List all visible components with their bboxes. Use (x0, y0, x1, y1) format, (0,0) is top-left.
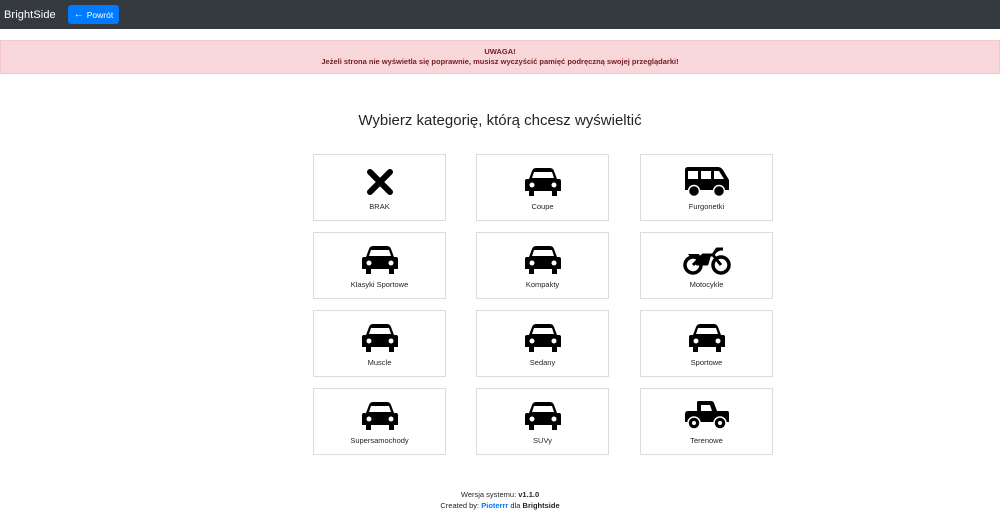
brand-logo-text[interactable]: BrightSide (4, 9, 56, 21)
category-card-suvy[interactable]: SUVy (476, 388, 609, 455)
category-grid: BRAK Coupe Furgonetki Klasyki Sportowe K… (313, 154, 773, 455)
category-card-furgonetki[interactable]: Furgonetki (640, 154, 773, 221)
category-label: Coupe (531, 202, 554, 211)
category-label: Klasyki Sportowe (350, 280, 409, 289)
car-icon (524, 167, 562, 197)
category-label: BRAK (369, 202, 390, 211)
truck-pickup-icon (683, 401, 731, 431)
category-card-klasyki-sportowe[interactable]: Klasyki Sportowe (313, 232, 446, 299)
author-link[interactable]: Pioterrr (481, 501, 508, 510)
category-label: SUVy (533, 436, 552, 445)
alert-message: Jeżeli strona nie wyświetla się poprawni… (321, 57, 679, 66)
category-label: Kompakty (525, 280, 560, 289)
category-card-kompakty[interactable]: Kompakty (476, 232, 609, 299)
car-icon (688, 323, 726, 353)
version-line: Wersja systemu: v1.1.0 (0, 489, 1000, 500)
alert-title: UWAGA! (484, 47, 516, 56)
close-icon (366, 167, 394, 197)
car-icon (524, 323, 562, 353)
category-card-motocykle[interactable]: Motocykle (640, 232, 773, 299)
created-mid: dla (510, 501, 521, 510)
van-icon (684, 167, 730, 198)
category-card-supersamochody[interactable]: Supersamochody (313, 388, 446, 455)
car-icon (361, 245, 399, 275)
category-label: Muscle (367, 358, 392, 367)
credits-line: Created by: Pioterrr dla Brightside (0, 500, 1000, 511)
back-button-label: Powrót (86, 9, 114, 20)
category-label: Terenowe (690, 436, 723, 445)
car-icon (524, 401, 562, 431)
category-label: Sedany (529, 358, 556, 367)
page-footer: Wersja systemu: v1.1.0 Created by: Piote… (0, 489, 1000, 511)
version-prefix: Wersja systemu: (460, 490, 517, 499)
category-card-coupe[interactable]: Coupe (476, 154, 609, 221)
cache-warning-alert: UWAGA! Jeżeli strona nie wyświetla się p… (0, 40, 1000, 74)
category-label: Furgonetki (688, 202, 725, 211)
company-name: Brightside (522, 501, 560, 510)
category-card-muscle[interactable]: Muscle (313, 310, 446, 377)
category-label: Supersamochody (350, 436, 409, 445)
top-navbar: BrightSide ← Powrót (0, 0, 1000, 29)
category-card-sportowe[interactable]: Sportowe (640, 310, 773, 377)
version-number: v1.1.0 (518, 490, 540, 499)
category-card-brak[interactable]: BRAK (313, 154, 446, 221)
car-icon (361, 323, 399, 353)
created-prefix: Created by: (440, 501, 480, 510)
car-icon (361, 401, 399, 431)
category-label: Motocykle (689, 280, 724, 289)
car-icon (524, 245, 562, 275)
motorcycle-icon (682, 245, 731, 275)
category-label: Sportowe (690, 358, 723, 367)
page-title: Wybierz kategorię, którą chcesz wyświelt… (358, 112, 642, 129)
category-card-terenowe[interactable]: Terenowe (640, 388, 773, 455)
category-card-sedany[interactable]: Sedany (476, 310, 609, 377)
arrow-left-icon: ← (73, 8, 84, 20)
back-button[interactable]: ← Powrót (67, 5, 120, 24)
